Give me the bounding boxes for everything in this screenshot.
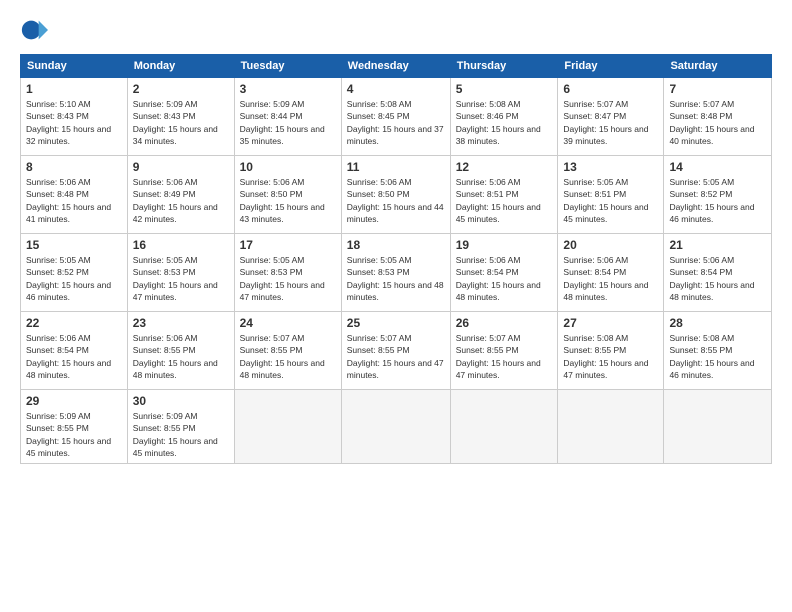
col-tuesday: Tuesday (234, 55, 341, 78)
page-header (20, 16, 772, 44)
table-row: 24 Sunrise: 5:07 AMSunset: 8:55 PMDaylig… (234, 312, 341, 390)
table-row: 27 Sunrise: 5:08 AMSunset: 8:55 PMDaylig… (558, 312, 664, 390)
table-row: 21 Sunrise: 5:06 AMSunset: 8:54 PMDaylig… (664, 234, 772, 312)
table-row: 25 Sunrise: 5:07 AMSunset: 8:55 PMDaylig… (341, 312, 450, 390)
col-friday: Friday (558, 55, 664, 78)
calendar-week-4: 22 Sunrise: 5:06 AMSunset: 8:54 PMDaylig… (21, 312, 772, 390)
table-row: 14 Sunrise: 5:05 AMSunset: 8:52 PMDaylig… (664, 156, 772, 234)
empty-cell (558, 390, 664, 464)
table-row: 9 Sunrise: 5:06 AMSunset: 8:49 PMDayligh… (127, 156, 234, 234)
logo-icon (20, 16, 48, 44)
col-monday: Monday (127, 55, 234, 78)
col-thursday: Thursday (450, 55, 558, 78)
table-row: 19 Sunrise: 5:06 AMSunset: 8:54 PMDaylig… (450, 234, 558, 312)
table-row: 3 Sunrise: 5:09 AMSunset: 8:44 PMDayligh… (234, 78, 341, 156)
logo (20, 16, 52, 44)
table-row: 18 Sunrise: 5:05 AMSunset: 8:53 PMDaylig… (341, 234, 450, 312)
calendar-week-1: 1 Sunrise: 5:10 AMSunset: 8:43 PMDayligh… (21, 78, 772, 156)
table-row: 11 Sunrise: 5:06 AMSunset: 8:50 PMDaylig… (341, 156, 450, 234)
empty-cell (341, 390, 450, 464)
table-row: 30 Sunrise: 5:09 AMSunset: 8:55 PMDaylig… (127, 390, 234, 464)
table-row: 29 Sunrise: 5:09 AMSunset: 8:55 PMDaylig… (21, 390, 128, 464)
table-row: 28 Sunrise: 5:08 AMSunset: 8:55 PMDaylig… (664, 312, 772, 390)
table-row: 5 Sunrise: 5:08 AMSunset: 8:46 PMDayligh… (450, 78, 558, 156)
table-row: 8 Sunrise: 5:06 AMSunset: 8:48 PMDayligh… (21, 156, 128, 234)
calendar-week-5: 29 Sunrise: 5:09 AMSunset: 8:55 PMDaylig… (21, 390, 772, 464)
calendar-table: Sunday Monday Tuesday Wednesday Thursday… (20, 54, 772, 464)
col-saturday: Saturday (664, 55, 772, 78)
table-row: 4 Sunrise: 5:08 AMSunset: 8:45 PMDayligh… (341, 78, 450, 156)
table-row: 23 Sunrise: 5:06 AMSunset: 8:55 PMDaylig… (127, 312, 234, 390)
table-row: 10 Sunrise: 5:06 AMSunset: 8:50 PMDaylig… (234, 156, 341, 234)
table-row: 6 Sunrise: 5:07 AMSunset: 8:47 PMDayligh… (558, 78, 664, 156)
table-row: 7 Sunrise: 5:07 AMSunset: 8:48 PMDayligh… (664, 78, 772, 156)
table-row: 26 Sunrise: 5:07 AMSunset: 8:55 PMDaylig… (450, 312, 558, 390)
col-wednesday: Wednesday (341, 55, 450, 78)
table-row: 22 Sunrise: 5:06 AMSunset: 8:54 PMDaylig… (21, 312, 128, 390)
calendar-week-2: 8 Sunrise: 5:06 AMSunset: 8:48 PMDayligh… (21, 156, 772, 234)
table-row: 13 Sunrise: 5:05 AMSunset: 8:51 PMDaylig… (558, 156, 664, 234)
table-row: 2 Sunrise: 5:09 AMSunset: 8:43 PMDayligh… (127, 78, 234, 156)
calendar-header-row: Sunday Monday Tuesday Wednesday Thursday… (21, 55, 772, 78)
table-row: 15 Sunrise: 5:05 AMSunset: 8:52 PMDaylig… (21, 234, 128, 312)
table-row: 16 Sunrise: 5:05 AMSunset: 8:53 PMDaylig… (127, 234, 234, 312)
empty-cell (234, 390, 341, 464)
table-row: 1 Sunrise: 5:10 AMSunset: 8:43 PMDayligh… (21, 78, 128, 156)
calendar-week-3: 15 Sunrise: 5:05 AMSunset: 8:52 PMDaylig… (21, 234, 772, 312)
col-sunday: Sunday (21, 55, 128, 78)
empty-cell (450, 390, 558, 464)
table-row: 20 Sunrise: 5:06 AMSunset: 8:54 PMDaylig… (558, 234, 664, 312)
empty-cell (664, 390, 772, 464)
table-row: 17 Sunrise: 5:05 AMSunset: 8:53 PMDaylig… (234, 234, 341, 312)
table-row: 12 Sunrise: 5:06 AMSunset: 8:51 PMDaylig… (450, 156, 558, 234)
